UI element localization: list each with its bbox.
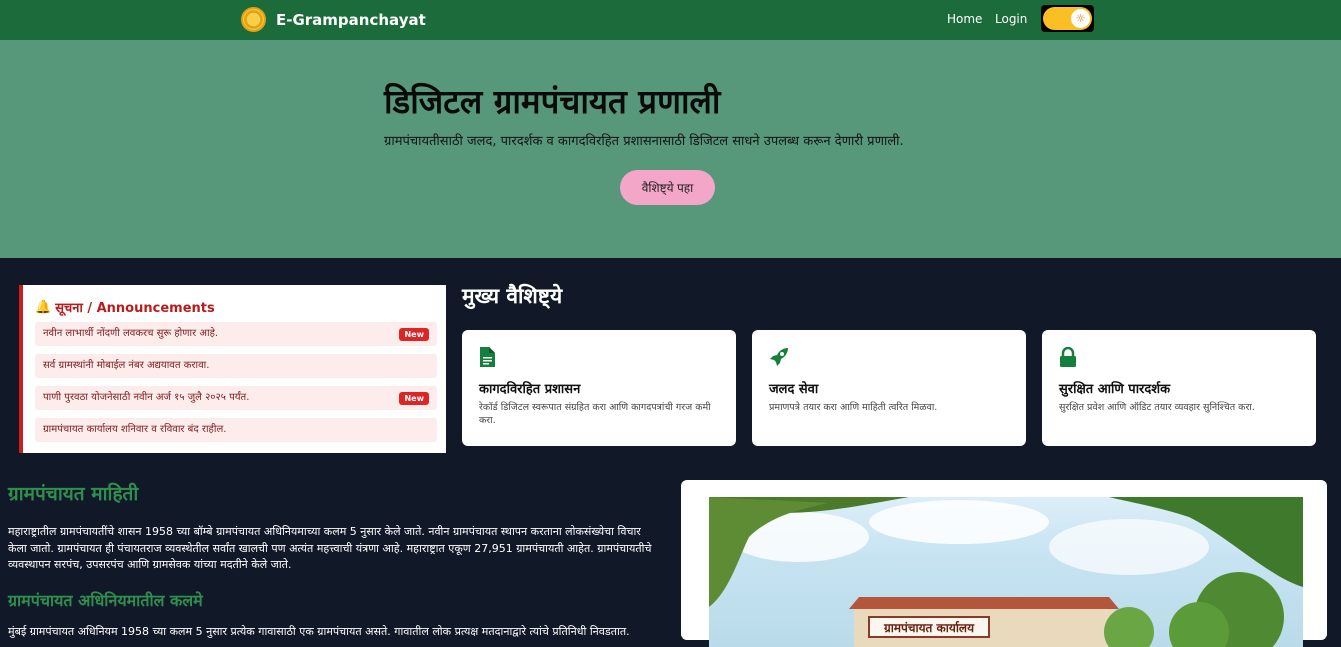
emblem-logo-icon — [241, 7, 266, 32]
hero-title: डिजिटल ग्रामपंचायत प्रणाली — [384, 82, 721, 121]
rocket-icon — [769, 347, 789, 367]
act-sections-paragraph: मुंबई ग्रामपंचायत अधिनियम 1958 च्या कलम … — [8, 625, 630, 638]
announcements-panel: 🔔 सूचना / Announcements नवीन लाभार्थी नो… — [19, 285, 446, 453]
bell-icon: 🔔 — [35, 299, 52, 315]
nav-home-link[interactable]: Home — [947, 12, 982, 26]
info-paragraph: महाराष्ट्रातील ग्रामपंचायतींचे शासन 1958… — [8, 525, 652, 571]
announcement-text: ग्रामपंचायत कार्यालय शनिवार व रविवार बंद… — [43, 424, 227, 435]
feature-card-fast-service[interactable]: जलद सेवा प्रमाणपत्रे तयार करा आणि माहिती… — [752, 330, 1026, 446]
new-badge: New — [399, 328, 429, 341]
new-badge: New — [399, 392, 429, 405]
announcement-text: पाणी पुरवठा योजनेसाठी नवीन अर्ज १५ जुलै … — [43, 392, 250, 403]
announcement-text: नवीन लाभार्थी नोंदणी लवकरच सुरू होणार आह… — [43, 328, 219, 339]
theme-toggle[interactable]: ☼ — [1041, 5, 1094, 32]
feature-card-paperless[interactable]: कागदविरहित प्रशासन रेकॉर्ड डिजिटल स्वरूप… — [462, 330, 736, 446]
card-description: रेकॉर्ड डिजिटल स्वरूपात संग्रहित करा आणि… — [479, 402, 711, 426]
announcement-item[interactable]: ग्रामपंचायत कार्यालय शनिवार व रविवार बंद… — [35, 418, 437, 442]
announcement-item[interactable]: पाणी पुरवठा योजनेसाठी नवीन अर्ज १५ जुलै … — [35, 386, 437, 410]
card-description: सुरक्षित प्रवेश आणि ऑडिट तयार व्यवहार सु… — [1059, 402, 1255, 413]
act-sections-heading: ग्रामपंचायत अधिनियमातील कलमे — [8, 591, 203, 610]
card-title: जलद सेवा — [769, 382, 819, 397]
announcement-text: सर्व ग्रामस्थांनी मोबाईल नंबर अद्ययावत क… — [43, 360, 210, 371]
nav-login-link[interactable]: Login — [995, 12, 1027, 26]
card-title: सुरक्षित आणि पारदर्शक — [1059, 382, 1171, 397]
grampanchayat-image-card: ग्रामपंचायत कार्यालय — [681, 480, 1327, 647]
announcements-heading-text: सूचना / Announcements — [55, 301, 215, 316]
info-heading: ग्रामपंचायत माहिती — [8, 483, 139, 505]
brand-name[interactable]: E-Grampanchayat — [276, 11, 426, 29]
sun-icon: ☼ — [1071, 9, 1090, 28]
features-title: मुख्य वैशिष्ट्ये — [462, 284, 563, 308]
navbar: E-Grampanchayat Home Login ☼ — [0, 0, 1341, 40]
office-sign-text: ग्रामपंचायत कार्यालय — [883, 621, 975, 635]
lock-icon — [1059, 346, 1079, 367]
announcement-item[interactable]: नवीन लाभार्थी नोंदणी लवकरच सुरू होणार आह… — [35, 322, 437, 346]
announcements-heading: 🔔 सूचना / Announcements — [35, 298, 215, 317]
grampanchayat-office-illustration: ग्रामपंचायत कार्यालय — [709, 497, 1303, 647]
hero-subtitle: ग्रामपंचायतीसाठी जलद, पारदर्शक व कागदविर… — [384, 134, 904, 149]
announcement-item[interactable]: सर्व ग्रामस्थांनी मोबाईल नंबर अद्ययावत क… — [35, 354, 437, 378]
view-features-button[interactable]: वैशिष्ट्ये पहा — [620, 170, 715, 205]
brand[interactable]: E-Grampanchayat — [241, 7, 426, 32]
feature-card-secure[interactable]: सुरक्षित आणि पारदर्शक सुरक्षित प्रवेश आण… — [1042, 330, 1316, 446]
card-title: कागदविरहित प्रशासन — [479, 382, 581, 397]
document-icon — [479, 347, 499, 367]
card-description: प्रमाणपत्रे तयार करा आणि माहिती त्वरित म… — [769, 402, 938, 413]
hero-section — [0, 40, 1341, 258]
theme-toggle-track[interactable]: ☼ — [1043, 7, 1092, 30]
